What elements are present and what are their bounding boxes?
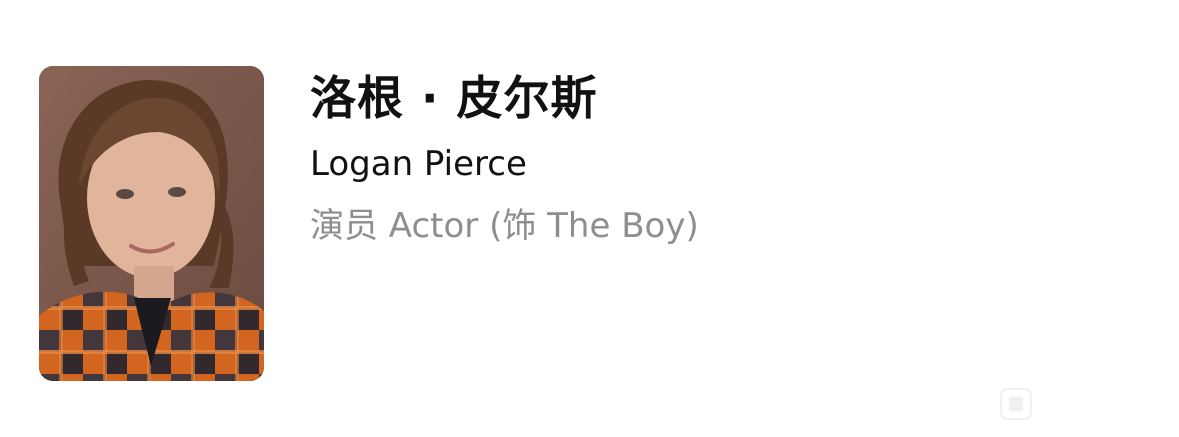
portrait-image [39, 66, 264, 381]
cast-member-card[interactable]: 洛根 · 皮尔斯 Logan Pierce 演员 Actor (饰 The Bo… [0, 0, 1179, 437]
actor-role: 演员 Actor (饰 The Boy) [310, 206, 699, 246]
actor-name-english: Logan Pierce [310, 144, 527, 184]
watermark-icon [1000, 388, 1032, 420]
actor-name-chinese: 洛根 · 皮尔斯 [310, 71, 598, 125]
actor-photo[interactable] [39, 66, 264, 381]
